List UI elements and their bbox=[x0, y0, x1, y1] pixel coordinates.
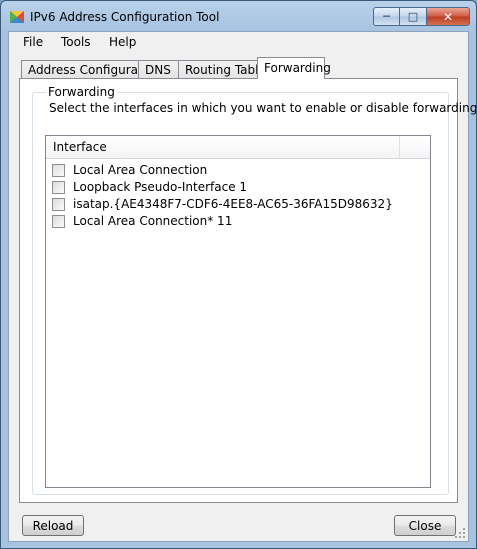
client-area: File Tools Help Address Configuration DN… bbox=[8, 31, 476, 542]
maximize-icon: □ bbox=[407, 10, 419, 23]
close-icon: ✕ bbox=[442, 9, 454, 24]
interface-checkbox[interactable] bbox=[52, 198, 65, 211]
resize-grip-icon[interactable] bbox=[454, 527, 466, 539]
tab-label: Routing Table bbox=[185, 63, 266, 77]
interface-label: Loopback Pseudo-Interface 1 bbox=[73, 180, 248, 194]
interface-list[interactable]: Interface Local Area Connection Loopback… bbox=[45, 135, 431, 488]
tab-address-configuration[interactable]: Address Configuration bbox=[21, 60, 161, 79]
column-header-label: Interface bbox=[53, 140, 107, 154]
app-icon bbox=[10, 11, 24, 23]
menu-bar: File Tools Help bbox=[9, 32, 468, 54]
title-bar[interactable]: IPv6 Address Configuration Tool ─ □ ✕ bbox=[1, 1, 476, 31]
menu-file[interactable]: File bbox=[23, 35, 43, 49]
tab-label: Forwarding bbox=[264, 61, 331, 75]
close-window-button[interactable]: ✕ bbox=[427, 7, 470, 26]
interface-label: Local Area Connection bbox=[73, 163, 208, 177]
interface-label: Local Area Connection* 11 bbox=[73, 214, 233, 228]
interface-label: isatap.{AE4348F7-CDF6-4EE8-AC65-36FA15D9… bbox=[73, 197, 393, 211]
interface-checkbox[interactable] bbox=[52, 215, 65, 228]
list-header: Interface bbox=[46, 136, 430, 159]
minimize-button[interactable]: ─ bbox=[373, 7, 400, 26]
reload-button[interactable]: Reload bbox=[22, 515, 84, 536]
forwarding-description: Select the interfaces in which you want … bbox=[49, 101, 477, 115]
tab-strip: Address Configuration DNS Routing Table … bbox=[9, 57, 468, 79]
maximize-button[interactable]: □ bbox=[400, 7, 427, 26]
app-window: IPv6 Address Configuration Tool ─ □ ✕ Fi… bbox=[0, 0, 477, 549]
menu-help[interactable]: Help bbox=[109, 35, 136, 49]
column-header-interface[interactable]: Interface bbox=[46, 136, 400, 158]
tab-label: DNS bbox=[145, 63, 171, 77]
close-button[interactable]: Close bbox=[394, 515, 456, 536]
interface-checkbox[interactable] bbox=[52, 164, 65, 177]
tab-forwarding[interactable]: Forwarding bbox=[257, 57, 331, 79]
groupbox-label: Forwarding bbox=[46, 85, 117, 99]
window-title: IPv6 Address Configuration Tool bbox=[30, 10, 220, 24]
interface-checkbox[interactable] bbox=[52, 181, 65, 194]
minimize-icon: ─ bbox=[383, 10, 390, 23]
tab-routing-table[interactable]: Routing Table bbox=[178, 60, 266, 79]
tab-dns[interactable]: DNS bbox=[138, 60, 179, 79]
menu-tools[interactable]: Tools bbox=[61, 35, 91, 49]
